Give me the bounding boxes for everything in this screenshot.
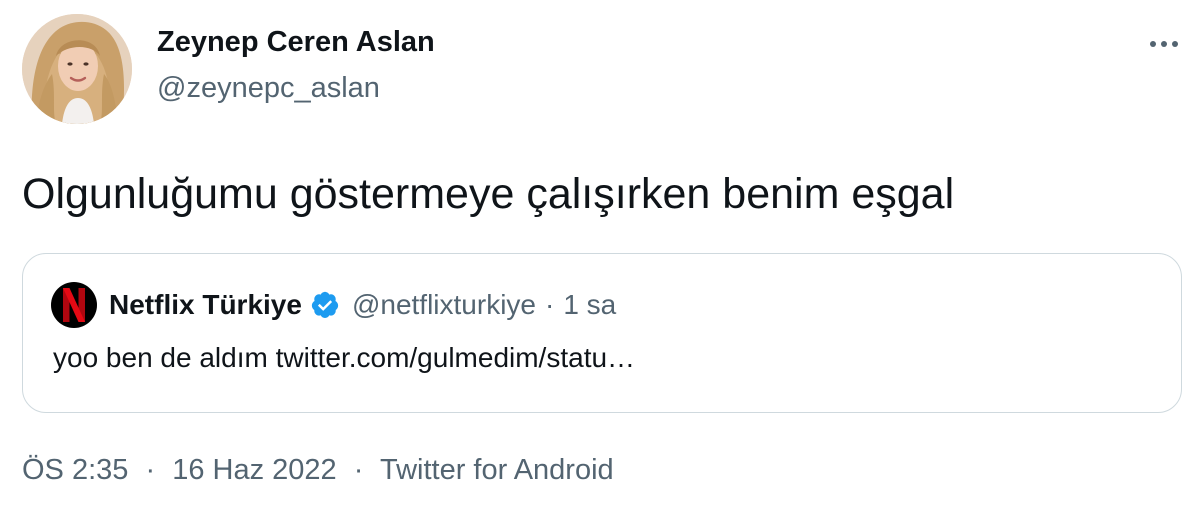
separator-dot: · xyxy=(545,289,555,320)
tweet-card: Zeynep Ceren Aslan @zeynepc_aslan Olgunl… xyxy=(0,0,1200,515)
tweet-time[interactable]: ÖS 2:35 xyxy=(22,454,128,486)
more-horizontal-icon xyxy=(1172,41,1178,47)
tweet-header: Zeynep Ceren Aslan @zeynepc_aslan xyxy=(20,14,1190,126)
separator-dot: · xyxy=(145,454,156,486)
quoted-tweet-time[interactable]: 1 sa xyxy=(563,289,616,321)
quoted-tweet-text: yoo ben de aldım twitter.com/gulmedim/st… xyxy=(53,342,636,373)
author-handle[interactable]: @zeynepc_aslan xyxy=(157,72,380,105)
quoted-tweet-header: Netflix Türkiye @netflixturkiye · 1 sa xyxy=(51,282,616,328)
quoted-tweet-card[interactable]: Netflix Türkiye @netflixturkiye · 1 sa y… xyxy=(22,253,1182,413)
tweet-date[interactable]: 16 Haz 2022 xyxy=(172,454,336,486)
quoted-author-handle[interactable]: @netflixturkiye xyxy=(352,289,536,321)
tweet-source[interactable]: Twitter for Android xyxy=(380,454,614,486)
verified-badge-icon xyxy=(310,290,340,320)
more-horizontal-icon xyxy=(1161,41,1167,47)
separator-dot: · xyxy=(353,454,364,486)
author-avatar[interactable] xyxy=(22,14,132,124)
more-options-button[interactable] xyxy=(1144,30,1184,58)
netflix-logo-avatar[interactable] xyxy=(51,282,97,328)
netflix-logo-icon xyxy=(63,288,85,322)
author-name[interactable]: Zeynep Ceren Aslan xyxy=(157,26,435,59)
quoted-author-name[interactable]: Netflix Türkiye xyxy=(109,289,302,321)
tweet-metadata: ÖS 2:35 · 16 Haz 2022 · Twitter for Andr… xyxy=(22,454,614,487)
tweet-text: Olgunluğumu göstermeye çalışırken benim … xyxy=(22,170,955,218)
more-horizontal-icon xyxy=(1150,41,1156,47)
avatar-photo xyxy=(22,14,132,124)
